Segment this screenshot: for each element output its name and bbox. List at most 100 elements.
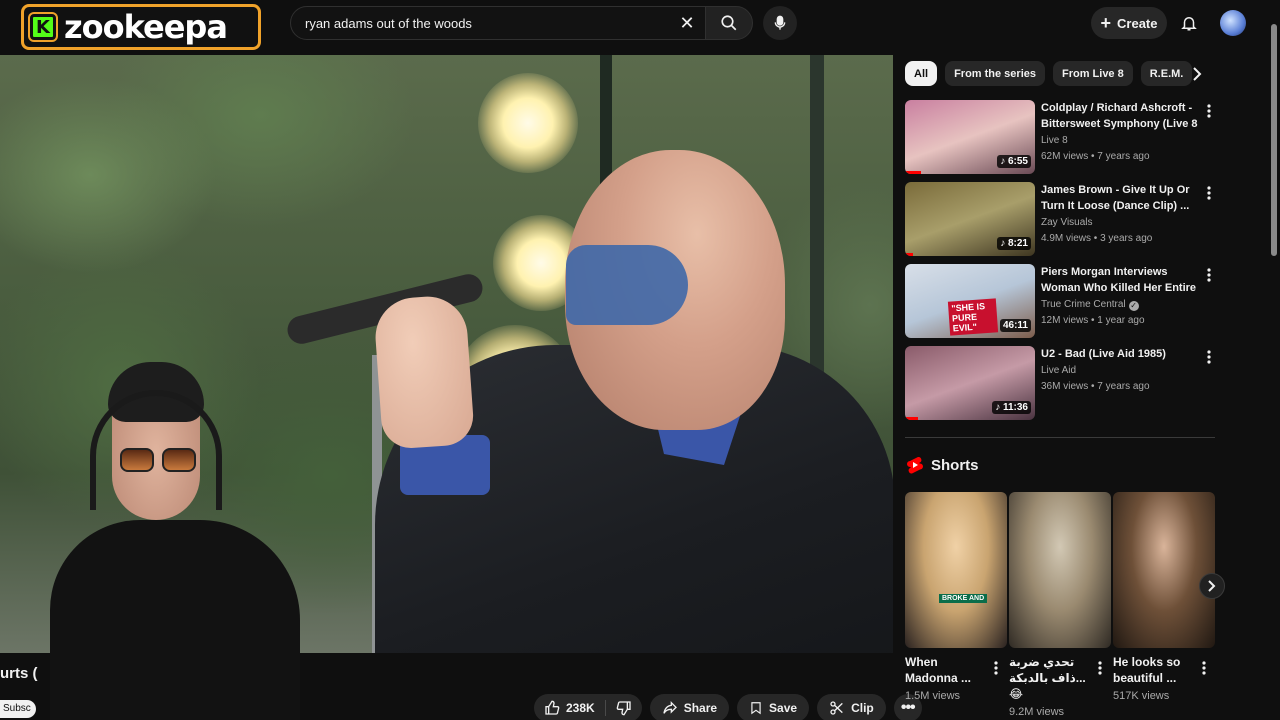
channel-name[interactable]: Live 8 [1041, 133, 1201, 149]
channel-name[interactable]: True Crime Central ✓ [1041, 297, 1201, 313]
shorts-icon [907, 456, 923, 474]
sunglasses [120, 448, 196, 472]
watch-progress-bar [905, 417, 918, 420]
filter-chip[interactable]: R.E.M. [1140, 61, 1193, 86]
divider [905, 437, 1215, 438]
video-meta: 4.9M views • 3 years ago [1041, 233, 1153, 244]
clip-button[interactable]: Clip [817, 694, 886, 720]
create-label: Create [1117, 15, 1158, 31]
filter-chip[interactable]: From the series [945, 61, 1045, 86]
chevron-right-icon [1208, 580, 1216, 592]
watch-progress-bar [905, 253, 913, 256]
account-avatar[interactable] [1220, 10, 1246, 36]
recommended-videos: ♪ 6:55 Coldplay / Richard Ashcroft - Bitt… [905, 100, 1217, 428]
like-button[interactable]: 238K [534, 694, 605, 720]
video-duration: 46:11 [999, 319, 1031, 332]
stage-light [478, 73, 578, 173]
shorts-shelf: BROKE AND When Madonna ... 1.5M views تحدي … [905, 492, 1217, 720]
filter-chip[interactable]: All [905, 61, 938, 86]
singer-hand [372, 293, 476, 451]
channel-label: Live 8 [1041, 135, 1068, 146]
video-thumbnail[interactable]: "SHE IS PURE EVIL" 46:11 [905, 264, 1035, 338]
channel-logo[interactable]: K zookeepa [21, 4, 261, 50]
more-vertical-icon[interactable] [1201, 266, 1217, 284]
scissors-icon [830, 701, 843, 715]
chevron-right-icon [1193, 67, 1202, 81]
short-views: 517K views [1113, 690, 1170, 702]
video-info: U2 - Bad (Live Aid 1985) Live Aid 36M view… [1041, 346, 1201, 395]
microphone-icon [774, 15, 786, 30]
share-button[interactable]: Share [649, 694, 730, 720]
recommended-video[interactable]: ♪ 8:21 James Brown - Give It Up Or Turn I… [905, 182, 1217, 264]
filter-chip[interactable]: From Live 8 [1052, 61, 1133, 86]
logo-badge: K [30, 14, 56, 40]
save-button[interactable]: Save [737, 694, 810, 720]
video-thumbnail[interactable]: ♪ 6:55 [905, 100, 1035, 174]
bookmark-icon [751, 702, 761, 715]
video-info: James Brown - Give It Up Or Turn It Loos… [1041, 182, 1201, 247]
short-card[interactable]: BROKE AND When Madonna ... 1.5M views [905, 492, 1007, 702]
video-title[interactable]: Piers Morgan Interviews Woman Who Killed… [1041, 264, 1201, 296]
bell-icon [1181, 17, 1197, 31]
more-vertical-icon[interactable] [1201, 184, 1217, 202]
scrollbar-thumb[interactable] [1271, 24, 1277, 256]
short-overlay-text: BROKE AND [939, 594, 988, 603]
video-title: urts ( [0, 665, 38, 682]
watch-progress-bar [905, 171, 921, 174]
short-thumbnail[interactable] [1009, 492, 1111, 648]
recommended-video[interactable]: ♪ 11:36 U2 - Bad (Live Aid 1985) Live Aid 3… [905, 346, 1217, 428]
video-title[interactable]: James Brown - Give It Up Or Turn It Loos… [1041, 182, 1201, 214]
short-views: 9.2M views [1009, 706, 1065, 718]
search-button[interactable] [705, 6, 753, 40]
more-vertical-icon[interactable] [1201, 102, 1217, 120]
create-button[interactable]: + Create [1091, 7, 1167, 39]
video-duration: ♪ 8:21 [997, 237, 1031, 250]
share-label: Share [683, 701, 718, 715]
voice-search-button[interactable] [763, 6, 797, 40]
video-meta: 12M views • 1 year ago [1041, 315, 1145, 326]
clear-search-icon[interactable]: ✕ [677, 13, 697, 33]
short-card[interactable]: He looks so beautiful ... 517K views [1113, 492, 1215, 702]
search-input[interactable] [305, 15, 675, 31]
shorts-title: Shorts [931, 456, 979, 474]
recommended-video[interactable]: ♪ 6:55 Coldplay / Richard Ashcroft - Bitt… [905, 100, 1217, 182]
notifications-button[interactable] [1176, 10, 1202, 36]
video-meta: 62M views • 7 years ago [1041, 151, 1150, 162]
short-thumbnail[interactable] [1113, 492, 1215, 648]
short-views: 1.5M views [905, 690, 961, 702]
video-title[interactable]: U2 - Bad (Live Aid 1985) [1041, 346, 1201, 362]
thumbs-down-icon [616, 701, 631, 716]
verified-icon: ✓ [1128, 301, 1139, 311]
share-icon [663, 701, 677, 714]
short-card[interactable]: تحدي ضربة ...ذاف بالدبكة 😂 9.2M views [1009, 492, 1111, 718]
top-bar: K zookeepa ✕ + Create [0, 0, 1280, 50]
chips-next-button[interactable] [1186, 63, 1208, 85]
search-icon [721, 15, 737, 31]
video-thumbnail[interactable]: ♪ 8:21 [905, 182, 1035, 256]
channel-name[interactable]: Live Aid [1041, 363, 1201, 379]
recommended-video[interactable]: "SHE IS PURE EVIL" 46:11 Piers Morgan Inte… [905, 264, 1217, 346]
shorts-header: Shorts [907, 456, 979, 474]
subscribe-button[interactable]: Subsc [0, 700, 36, 718]
more-vertical-icon[interactable] [989, 659, 1003, 677]
channel-name[interactable]: Zay Visuals [1041, 215, 1201, 231]
more-vertical-icon[interactable] [1197, 659, 1211, 677]
video-thumbnail[interactable]: ♪ 11:36 [905, 346, 1035, 420]
video-info: Coldplay / Richard Ashcroft - Bitterswee… [1041, 100, 1201, 165]
short-title[interactable]: تحدي ضربة ...ذاف بالدبكة 😂 [1009, 654, 1089, 702]
channel-label: True Crime Central [1041, 299, 1126, 310]
dislike-button[interactable] [606, 694, 642, 720]
short-title[interactable]: When Madonna ... [905, 654, 985, 686]
video-title[interactable]: Coldplay / Richard Ashcroft - Bitterswee… [1041, 100, 1201, 132]
clip-label: Clip [851, 701, 874, 715]
short-thumbnail[interactable]: BROKE AND [905, 492, 1007, 648]
more-vertical-icon[interactable] [1201, 348, 1217, 366]
filter-chips: All From the series From Live 8 R.E.M. [905, 61, 1193, 87]
plus-icon: + [1100, 13, 1112, 33]
thumbnail-overlay-text: "SHE IS PURE EVIL" [947, 298, 999, 336]
video-actions: 238K Share Save Clip ••• [534, 694, 922, 720]
shorts-next-button[interactable] [1199, 573, 1225, 599]
more-vertical-icon[interactable] [1093, 659, 1107, 677]
singer-face-paint [566, 245, 688, 325]
short-title[interactable]: He looks so beautiful ... [1113, 654, 1193, 686]
